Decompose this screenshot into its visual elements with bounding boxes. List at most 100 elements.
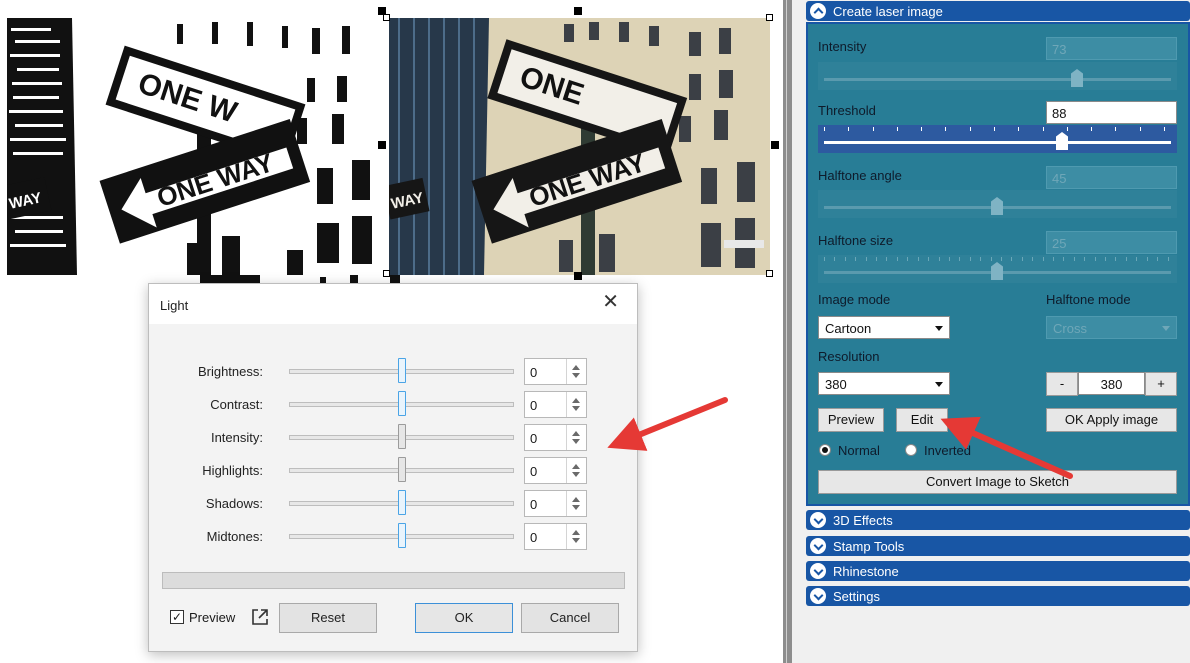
reset-button[interactable]: Reset xyxy=(279,603,377,633)
radio-inverted-label[interactable]: Inverted xyxy=(924,443,971,458)
processed-image-bw[interactable]: ONE W ONE WAY WAY xyxy=(7,18,389,275)
spin-arrows[interactable] xyxy=(566,458,586,483)
spin-up-icon[interactable] xyxy=(572,365,580,370)
chevron-down-icon[interactable] xyxy=(810,512,826,528)
close-icon[interactable]: ✕ xyxy=(602,292,619,312)
resolution-select[interactable]: 380 xyxy=(818,372,950,395)
section-header-stamp-tools[interactable]: Stamp Tools xyxy=(806,536,1190,556)
intensity-slider[interactable] xyxy=(818,62,1177,90)
halftone-size-input[interactable]: 25 xyxy=(1046,231,1177,254)
selection-handle[interactable] xyxy=(771,141,779,149)
cancel-button[interactable]: Cancel xyxy=(521,603,619,633)
dialog-titlebar[interactable]: Light ✕ xyxy=(149,284,637,324)
section-title: Stamp Tools xyxy=(833,539,905,554)
convert-to-sketch-button[interactable]: Convert Image to Sketch xyxy=(818,470,1177,494)
spin-up-icon[interactable] xyxy=(572,530,580,535)
radio-inverted[interactable] xyxy=(905,444,917,456)
preview-button[interactable]: Preview xyxy=(818,408,884,432)
selection-handle[interactable] xyxy=(383,270,390,277)
halftone-angle-slider[interactable] xyxy=(818,190,1177,218)
selection-handle[interactable] xyxy=(574,7,582,15)
spin-arrows[interactable] xyxy=(566,392,586,417)
spin-arrows[interactable] xyxy=(566,359,586,384)
shadows-slider-thumb[interactable] xyxy=(398,490,406,515)
halftone-mode-select[interactable]: Cross xyxy=(1046,316,1177,339)
halftone-size-slider[interactable] xyxy=(818,255,1177,283)
halftone-angle-slider-thumb[interactable] xyxy=(991,197,1003,215)
resolution-minus-button[interactable]: - xyxy=(1046,372,1078,396)
intensity-slider-thumb[interactable] xyxy=(1071,69,1083,87)
resolution-stepper-input[interactable]: 380 xyxy=(1078,372,1145,395)
spin-up-icon[interactable] xyxy=(572,398,580,403)
halftone-size-slider-thumb[interactable] xyxy=(991,262,1003,280)
chevron-down-icon[interactable] xyxy=(810,588,826,604)
chevron-down-icon[interactable] xyxy=(810,563,826,579)
midtones-value: 0 xyxy=(530,530,538,545)
brightness-slider-thumb[interactable] xyxy=(398,358,406,383)
section-header-create-laser-image[interactable]: Create laser image xyxy=(806,1,1190,21)
preview-checkbox-label[interactable]: Preview xyxy=(189,610,235,625)
spin-down-icon[interactable] xyxy=(572,505,580,510)
halftone-size-label: Halftone size xyxy=(818,233,894,248)
section-header-rhinestone[interactable]: Rhinestone xyxy=(806,561,1190,581)
spin-up-icon[interactable] xyxy=(572,431,580,436)
contrast-slider-thumb[interactable] xyxy=(398,391,406,416)
spin-arrows[interactable] xyxy=(566,524,586,549)
external-link-icon[interactable] xyxy=(250,607,270,627)
intensity-input[interactable]: 73 xyxy=(1046,37,1177,60)
selection-handle[interactable] xyxy=(378,141,386,149)
threshold-slider[interactable] xyxy=(818,125,1177,153)
section-header-3d-effects[interactable]: 3D Effects xyxy=(806,510,1190,530)
threshold-slider-thumb[interactable] xyxy=(1056,132,1068,150)
spin-up-icon[interactable] xyxy=(572,497,580,502)
slider-row-brightness: Brightness: 0 xyxy=(149,356,637,386)
threshold-input[interactable]: 88 xyxy=(1046,101,1177,124)
highlights-label: Highlights: xyxy=(202,463,263,478)
spin-down-icon[interactable] xyxy=(572,373,580,378)
spin-up-icon[interactable] xyxy=(572,464,580,469)
edit-button[interactable]: Edit xyxy=(896,408,948,432)
dialog-title: Light xyxy=(160,298,189,313)
annotation-arrow-to-dialog xyxy=(607,397,728,451)
selection-handle[interactable] xyxy=(766,14,773,21)
highlights-value: 0 xyxy=(530,464,538,479)
intensity-label: Intensity: xyxy=(210,430,263,445)
halftone-size-slider-ticks xyxy=(824,257,1171,262)
preview-checkbox[interactable]: ✓ xyxy=(170,610,184,624)
selection-handle[interactable] xyxy=(574,272,582,280)
chevron-down-icon[interactable] xyxy=(810,538,826,554)
midtones-spinbox[interactable]: 0 xyxy=(524,523,587,550)
spin-down-icon[interactable] xyxy=(572,439,580,444)
section-header-settings[interactable]: Settings xyxy=(806,586,1190,606)
panel-splitter[interactable] xyxy=(783,0,792,663)
threshold-slider-ticks xyxy=(824,127,1171,132)
spin-down-icon[interactable] xyxy=(572,472,580,477)
shadows-spinbox[interactable]: 0 xyxy=(524,490,587,517)
original-image-color[interactable]: ONE ONE WAY WAY xyxy=(389,18,770,275)
radio-normal-label[interactable]: Normal xyxy=(838,443,880,458)
selection-handle[interactable] xyxy=(383,14,390,21)
chevron-down-icon[interactable] xyxy=(935,382,943,387)
chevron-up-icon[interactable] xyxy=(810,3,826,19)
contrast-spinbox[interactable]: 0 xyxy=(524,391,587,418)
radio-normal[interactable] xyxy=(819,444,831,456)
chevron-down-icon[interactable] xyxy=(1162,326,1170,331)
resolution-plus-button[interactable]: + xyxy=(1145,372,1177,396)
image-mode-select[interactable]: Cartoon xyxy=(818,316,950,339)
spin-down-icon[interactable] xyxy=(572,406,580,411)
selection-handle[interactable] xyxy=(766,270,773,277)
ok-apply-image-button[interactable]: OK Apply image xyxy=(1046,408,1177,432)
highlights-spinbox[interactable]: 0 xyxy=(524,457,587,484)
spin-down-icon[interactable] xyxy=(572,538,580,543)
midtones-slider-thumb[interactable] xyxy=(398,523,406,548)
section-title: Create laser image xyxy=(833,4,943,19)
ok-button[interactable]: OK xyxy=(415,603,513,633)
brightness-spinbox[interactable]: 0 xyxy=(524,358,587,385)
halftone-angle-input[interactable]: 45 xyxy=(1046,166,1177,189)
chevron-down-icon[interactable] xyxy=(935,326,943,331)
intensity-spinbox[interactable]: 0 xyxy=(524,424,587,451)
highlights-slider-thumb[interactable] xyxy=(398,457,406,482)
spin-arrows[interactable] xyxy=(566,491,586,516)
spin-arrows[interactable] xyxy=(566,425,586,450)
intensity-slider-thumb[interactable] xyxy=(398,424,406,449)
